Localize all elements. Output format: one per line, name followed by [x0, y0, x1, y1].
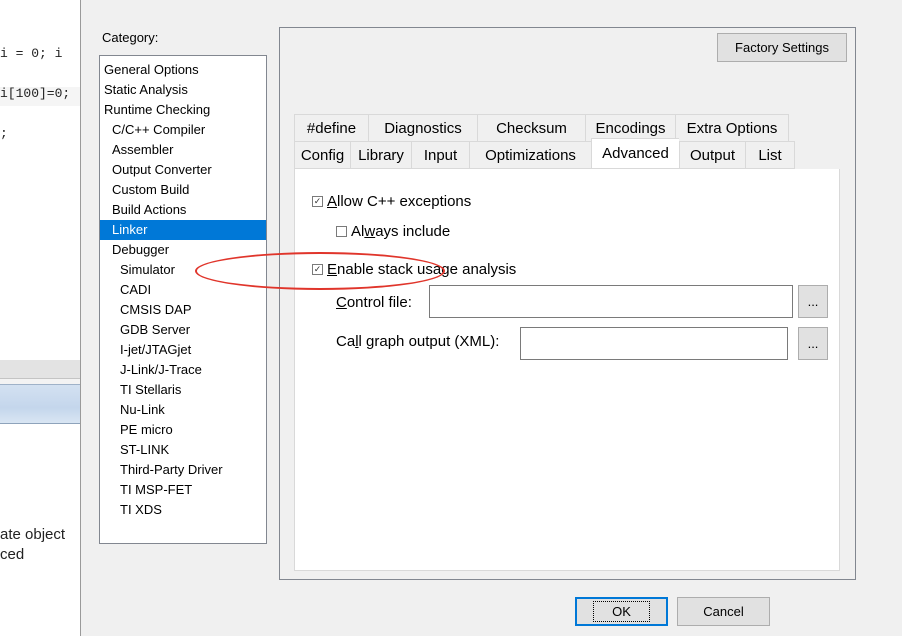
tab-list[interactable]: List [745, 141, 795, 169]
factory-settings-button[interactable]: Factory Settings [717, 33, 847, 62]
category-item-ti-xds[interactable]: TI XDS [100, 500, 266, 520]
category-item-debugger[interactable]: Debugger [100, 240, 266, 260]
tab-optimizations[interactable]: Optimizations [469, 141, 591, 169]
category-item-build-actions[interactable]: Build Actions [100, 200, 266, 220]
category-label: Category: [102, 30, 159, 45]
category-list[interactable]: General Options Static Analysis Runtime Ch… [99, 55, 267, 544]
always-include-checkbox[interactable]: Always include [336, 223, 450, 240]
control-file-browse-button[interactable]: ... [798, 285, 828, 318]
tab-library[interactable]: Library [350, 141, 411, 169]
category-item-simulator[interactable]: Simulator [100, 260, 266, 280]
code-line: i = 0; i [0, 46, 63, 61]
advanced-tab-content: ✓ Allow C++ exceptions Always include ✓ … [294, 169, 840, 571]
category-item-third-party-driver[interactable]: Third-Party Driver [100, 460, 266, 480]
tab-extra-options[interactable]: Extra Options [675, 114, 789, 142]
category-item-custom-build[interactable]: Custom Build [100, 180, 266, 200]
tab-define[interactable]: #define [294, 114, 368, 142]
category-item-ti-stellaris[interactable]: TI Stellaris [100, 380, 266, 400]
option-label: Enable stack usage analysis [327, 261, 517, 278]
category-item-output-converter[interactable]: Output Converter [100, 160, 266, 180]
linker-options-panel: Factory Settings #define Diagnostics Check… [279, 27, 856, 580]
checkbox-unchecked-icon[interactable] [336, 226, 347, 237]
output-line: ate object [0, 526, 66, 543]
category-item-runtime-checking[interactable]: Runtime Checking [100, 100, 266, 120]
enable-stack-usage-checkbox[interactable]: ✓ Enable stack usage analysis [312, 261, 516, 278]
control-file-input[interactable] [429, 285, 793, 318]
call-graph-browse-button[interactable]: ... [798, 327, 828, 360]
tab-row-2: Config Library Input Optimizations Advanced O… [294, 138, 795, 169]
control-file-label: Control file: [336, 294, 412, 311]
code-line: ; [0, 126, 8, 141]
category-item-gdb-server[interactable]: GDB Server [100, 320, 266, 340]
tab-config[interactable]: Config [294, 141, 350, 169]
category-item-pe-micro[interactable]: PE micro [100, 420, 266, 440]
allow-cpp-exceptions-checkbox[interactable]: ✓ Allow C++ exceptions [312, 193, 471, 210]
tab-row-1: #define Diagnostics Checksum Encodings Extra… [294, 114, 789, 142]
option-label: Always include [351, 223, 451, 240]
category-item-ti-msp-fet[interactable]: TI MSP-FET [100, 480, 266, 500]
category-item-linker[interactable]: Linker [100, 220, 266, 240]
option-label: Allow C++ exceptions [327, 193, 472, 210]
category-item-c-c-compiler[interactable]: C/C++ Compiler [100, 120, 266, 140]
category-item-cadi[interactable]: CADI [100, 280, 266, 300]
tab-output[interactable]: Output [679, 141, 745, 169]
ok-button[interactable]: OK [575, 597, 668, 626]
category-item-nu-link[interactable]: Nu-Link [100, 400, 266, 420]
tab-advanced[interactable]: Advanced [591, 138, 679, 169]
category-item-i-jet-jtagjet[interactable]: I-jet/JTAGjet [100, 340, 266, 360]
call-graph-output-label: Call graph output (XML): [336, 333, 500, 350]
code-line: i[100]=0; [0, 86, 71, 101]
category-item-cmsis-dap[interactable]: CMSIS DAP [100, 300, 266, 320]
checkbox-checked-icon[interactable]: ✓ [312, 196, 323, 207]
category-item-st-link[interactable]: ST-LINK [100, 440, 266, 460]
category-item-static-analysis[interactable]: Static Analysis [100, 80, 266, 100]
tab-checksum[interactable]: Checksum [477, 114, 585, 142]
checkbox-checked-icon[interactable]: ✓ [312, 264, 323, 275]
output-line: ced [0, 546, 25, 563]
category-item-assembler[interactable]: Assembler [100, 140, 266, 160]
call-graph-output-input[interactable] [520, 327, 788, 360]
options-dialog: Category: General Options Static Analysis… [80, 0, 902, 636]
category-item-general-options[interactable]: General Options [100, 60, 266, 80]
category-item-j-link-j-trace[interactable]: J-Link/J-Trace [100, 360, 266, 380]
tab-input[interactable]: Input [411, 141, 469, 169]
tab-diagnostics[interactable]: Diagnostics [368, 114, 477, 142]
cancel-button[interactable]: Cancel [677, 597, 770, 626]
